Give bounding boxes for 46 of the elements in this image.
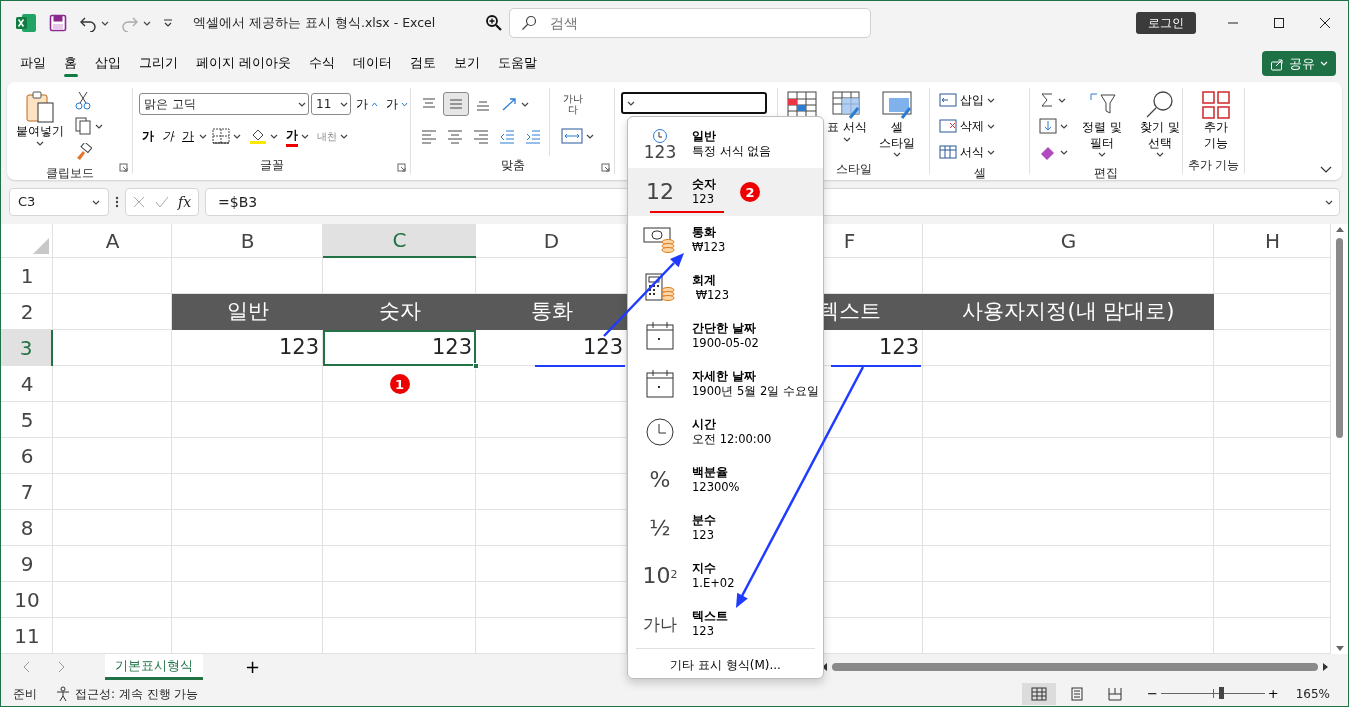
option-title: 분수 (692, 512, 716, 529)
format-icon: % (649, 469, 671, 491)
option-sample: 123 (692, 192, 715, 208)
option-sample: 오전 12:00:00 (692, 432, 772, 448)
step-badge: 1 (389, 374, 410, 394)
option-title: 간단한 날짜 (692, 320, 758, 337)
format-icon: ½ (649, 517, 671, 539)
group-label: 셀 (972, 165, 987, 182)
option-title: 자세한 날짜 (692, 368, 758, 385)
option-title: 회계 (692, 272, 717, 289)
option-title: 백분율 (692, 464, 729, 481)
header-cell: 일반 (172, 294, 323, 330)
format-icon: 10$^{2}$ (642, 565, 678, 587)
option-title: 지수 (692, 560, 717, 577)
header-cell: 통화 (476, 294, 627, 330)
option-sample: ₩123 (694, 288, 729, 304)
option-title: 숫자 (692, 176, 716, 193)
status-text: 준비 (13, 685, 37, 703)
option-title: 일반 (692, 128, 717, 145)
window-title: 엑셀에서 제공하는 표시 형식.xlsx - Excel (193, 13, 436, 32)
group-label: 편집 (1093, 165, 1119, 182)
option-title: 시간 (692, 416, 717, 433)
group-label: 맞춤 (499, 157, 526, 174)
group-label: 클립보드 (44, 165, 95, 182)
format-icon: 가나 (643, 615, 677, 633)
format-icon: 12 (646, 181, 674, 203)
group-label: 스타일 (834, 161, 873, 179)
header-cell: 숫자 (323, 294, 476, 330)
header-cell: 사용자지정(내 맘대로) (923, 294, 1214, 330)
format-icon: 123 (643, 143, 677, 161)
group-label: 추가 기능 (1186, 157, 1241, 174)
step-badge: 2 (740, 182, 760, 202)
group-label: 글꼴 (258, 157, 285, 174)
option-title: 텍스트 (692, 608, 728, 625)
option-title: 통화 (692, 224, 717, 241)
option-sample: 특정 서식 없음 (692, 144, 772, 160)
value-cell: 123 (323, 330, 476, 366)
option-sample: 1900년 5월 2일 수요일 (692, 384, 819, 400)
option-sample: 1900-05-02 (692, 336, 759, 352)
value-cell: 123 (476, 330, 627, 366)
option-sample: 12300% (692, 480, 740, 496)
option-sample: ₩123 (692, 240, 726, 256)
option-sample: 1.E+02 (692, 576, 735, 592)
value-cell-text: 123 (277, 334, 320, 362)
option-sample: 123 (692, 528, 715, 544)
option-sample: 123 (692, 624, 715, 640)
